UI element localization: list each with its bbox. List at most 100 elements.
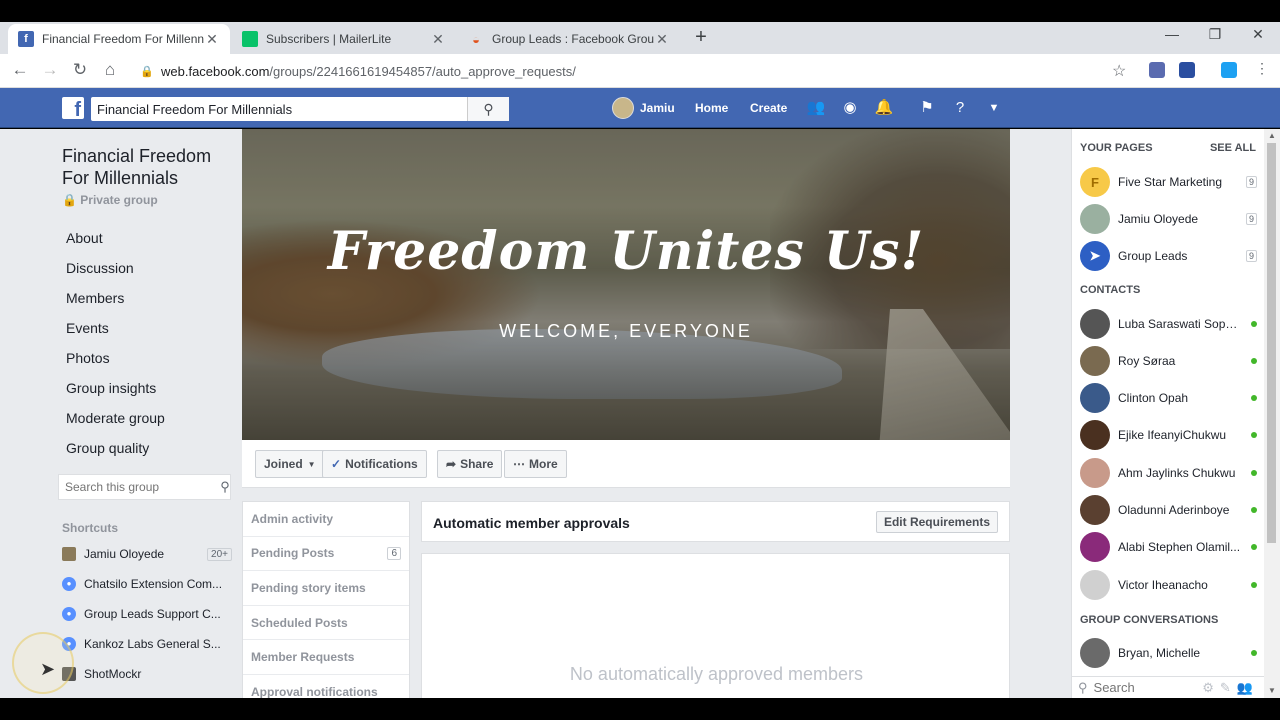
auto-approvals-header: Automatic member approvals Edit Requirem…	[421, 501, 1010, 542]
profile-link[interactable]: Jamiu	[612, 88, 675, 128]
joined-button[interactable]: Joined ▼	[255, 450, 325, 478]
contact-item[interactable]: Ahm Jaylinks Chukwu	[1080, 455, 1257, 491]
cover-title: Freedom Unites Us!	[327, 221, 925, 282]
profile-name: Jamiu	[640, 101, 675, 115]
nav-item-group-quality[interactable]: Group quality	[62, 433, 234, 463]
address-bar[interactable]: 🔒 web.facebook.com/groups/22416616194548…	[128, 58, 1138, 84]
close-tab-icon[interactable]: ✕	[430, 31, 446, 48]
extension-icon[interactable]	[1149, 62, 1165, 78]
create-link[interactable]: Create	[750, 88, 787, 128]
contact-item[interactable]: Roy Søraa	[1080, 343, 1257, 379]
menu-kebab-icon[interactable]: ⋮	[1252, 60, 1272, 77]
shortcut-label: Chatsilo Extension Com...	[84, 577, 223, 591]
bookmark-star-icon[interactable]: ☆	[1112, 61, 1126, 81]
notifications-button[interactable]: ✓ Notifications	[322, 450, 427, 478]
shortcuts-list: Jamiu Oloyede 20+ ● Chatsilo Extension C…	[62, 539, 232, 689]
online-indicator	[1251, 470, 1257, 476]
edit-requirements-button[interactable]: Edit Requirements	[875, 511, 998, 533]
messenger-icon[interactable]: ◉	[840, 98, 860, 118]
chat-search-input[interactable]	[1093, 680, 1184, 695]
shortcut-item[interactable]: ShotMockr	[62, 659, 232, 689]
back-icon[interactable]: ←	[10, 60, 30, 80]
nav-item-group-insights[interactable]: Group insights	[62, 373, 234, 403]
group-search-input[interactable]	[59, 480, 220, 494]
group-title[interactable]: Financial Freedom For Millennials	[62, 145, 234, 189]
facebook-logo-icon[interactable]: f	[62, 97, 84, 119]
notifications-bell-icon[interactable]: 🔔	[874, 98, 894, 118]
extension-icon[interactable]	[1179, 62, 1195, 78]
group-manage-icon[interactable]: ⚑	[917, 98, 937, 118]
browser-tab-2[interactable]: Subscribers | MailerLite ✕	[232, 24, 456, 54]
help-icon[interactable]: ?	[950, 98, 970, 118]
shortcut-item[interactable]: ● Kankoz Labs General S...	[62, 629, 232, 659]
facebook-icon: f	[18, 31, 34, 47]
new-tab-icon[interactable]: +	[690, 26, 712, 49]
screen: f Financial Freedom For Millennials ✕ Su…	[0, 0, 1280, 720]
see-all-link[interactable]: SEE ALL	[1210, 142, 1256, 154]
admin-menu: Admin activity Pending Posts 6 Pending st…	[242, 501, 410, 698]
search-icon[interactable]: ⚲	[467, 97, 509, 121]
scroll-down-icon[interactable]: ▼	[1264, 684, 1280, 698]
browser-tab-1[interactable]: f Financial Freedom For Millennials ✕	[8, 24, 230, 54]
contact-name: Alabi Stephen Olamil...	[1118, 540, 1241, 554]
restore-icon[interactable]: ❐	[1205, 26, 1225, 43]
group-icon: ●	[62, 577, 76, 591]
account-menu-chevron-icon[interactable]: ▼	[984, 98, 1004, 118]
more-button[interactable]: ⋯ More	[504, 450, 567, 478]
nav-item-photos[interactable]: Photos	[62, 343, 234, 373]
avatar	[612, 97, 634, 119]
count-badge: 9	[1245, 250, 1257, 262]
share-button[interactable]: ➦ Share	[437, 450, 503, 478]
contact-item[interactable]: Luba Saraswati Sophi...	[1080, 306, 1257, 342]
shortcut-item[interactable]: ● Group Leads Support C...	[62, 599, 232, 629]
panel-title: Automatic member approvals	[433, 515, 630, 531]
contact-item[interactable]: Clinton Opah	[1080, 380, 1257, 416]
online-indicator	[1251, 432, 1257, 438]
group-conversation-item[interactable]: Bryan, Michelle	[1080, 635, 1257, 671]
chat-settings-icon[interactable]: ⚙✎👥	[1202, 680, 1259, 696]
scroll-up-icon[interactable]: ▲	[1264, 129, 1280, 143]
close-tab-icon[interactable]: ✕	[204, 31, 220, 48]
avatar	[1080, 309, 1110, 339]
contact-item[interactable]: Ejike IfeanyiChukwu	[1080, 417, 1257, 453]
avatar	[1080, 495, 1110, 525]
reload-icon[interactable]: ↻	[70, 60, 90, 80]
nav-item-members[interactable]: Members	[62, 283, 234, 313]
contact-item[interactable]: Oladunni Aderinboye	[1080, 492, 1257, 528]
page-item[interactable]: Jamiu Oloyede 9	[1080, 201, 1257, 237]
admin-menu-item[interactable]: Member Requests	[243, 640, 409, 675]
nav-item-moderate-group[interactable]: Moderate group	[62, 403, 234, 433]
forward-icon[interactable]: →	[40, 60, 60, 80]
admin-menu-item[interactable]: Scheduled Posts	[243, 606, 409, 641]
page-item[interactable]: ➤ Group Leads 9	[1080, 238, 1257, 274]
home-link[interactable]: Home	[695, 88, 728, 128]
home-icon[interactable]: ⌂	[100, 60, 120, 80]
nav-item-discussion[interactable]: Discussion	[62, 253, 234, 283]
admin-menu-item[interactable]: Approval notifications	[243, 675, 409, 698]
minimize-icon[interactable]: —	[1162, 26, 1182, 42]
nav-item-events[interactable]: Events	[62, 313, 234, 343]
admin-menu-item[interactable]: Pending story items	[243, 571, 409, 606]
friend-requests-icon[interactable]: 👥	[806, 98, 826, 118]
contact-item[interactable]: Alabi Stephen Olamil...	[1080, 529, 1257, 565]
page-item[interactable]: F Five Star Marketing 9	[1080, 164, 1257, 200]
avatar	[1080, 638, 1110, 668]
url-path: /groups/2241661619454857/auto_approve_re…	[269, 63, 576, 79]
shortcut-badge: 20+	[207, 547, 232, 561]
close-window-icon[interactable]: ✕	[1248, 26, 1268, 43]
extension-icon[interactable]	[1221, 62, 1237, 78]
share-icon: ➦	[446, 457, 457, 471]
scrollbar-thumb[interactable]	[1267, 143, 1276, 543]
search-icon: ⚲	[1078, 679, 1088, 695]
close-tab-icon[interactable]: ✕	[654, 31, 670, 48]
admin-menu-item[interactable]: Pending Posts 6	[243, 537, 409, 572]
contact-item[interactable]: Victor Iheanacho	[1080, 567, 1257, 603]
browser-tab-3[interactable]: ◒ Group Leads : Facebook Group Le ✕	[458, 24, 680, 54]
nav-item-about[interactable]: About	[62, 223, 234, 253]
shortcut-item[interactable]: Jamiu Oloyede 20+	[62, 539, 232, 569]
admin-menu-item[interactable]: Admin activity	[243, 502, 409, 537]
page-scrollbar[interactable]: ▲ ▼	[1264, 129, 1280, 698]
facebook-search-input[interactable]	[91, 97, 467, 121]
shortcut-item[interactable]: ● Chatsilo Extension Com...	[62, 569, 232, 599]
search-icon[interactable]: ⚲	[220, 479, 230, 495]
